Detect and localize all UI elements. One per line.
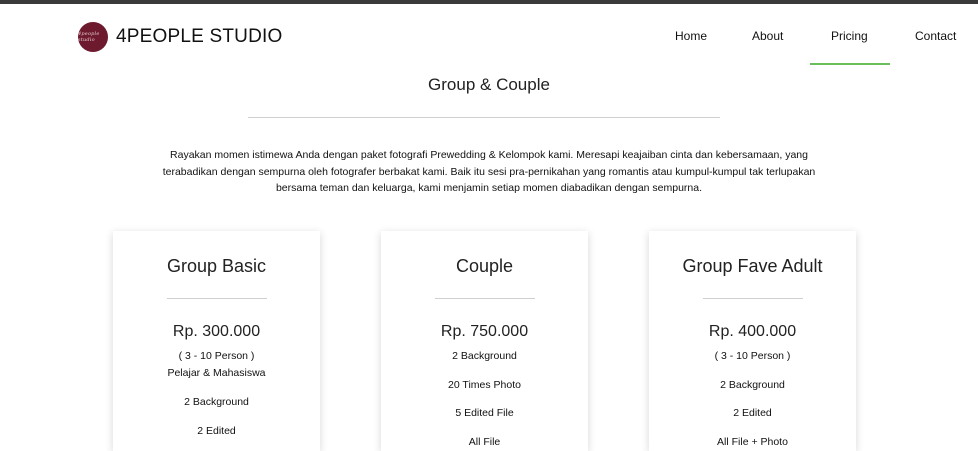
pricing-card-couple[interactable]: Couple Rp. 750.000 2 Background 20 Times… bbox=[381, 231, 588, 451]
card-feature: 2 Background bbox=[720, 379, 785, 391]
card-feature: ( 3 - 10 Person ) bbox=[178, 350, 255, 362]
card-feature: 2 Edited bbox=[733, 407, 772, 419]
card-title: Group Fave Adult bbox=[682, 256, 823, 276]
card-price: Rp. 300.000 bbox=[172, 323, 261, 340]
card-divider bbox=[167, 298, 267, 299]
brand-name[interactable]: 4PEOPLE STUDIO bbox=[116, 26, 282, 48]
card-feature: 20 Times Photo bbox=[448, 379, 521, 391]
card-price: Rp. 400.000 bbox=[708, 323, 797, 340]
card-feature: All File bbox=[468, 436, 501, 448]
logo-script-text: 4people studio bbox=[78, 31, 100, 43]
brand-logo[interactable]: 4people studio bbox=[78, 22, 108, 52]
card-price: Rp. 750.000 bbox=[440, 323, 529, 340]
card-feature: 5 Edited File bbox=[455, 407, 514, 419]
intro-line: bersama teman dan keluarga, kami menjami… bbox=[275, 182, 703, 194]
nav-active-indicator bbox=[810, 63, 890, 65]
card-title: Group Basic bbox=[166, 256, 267, 276]
card-feature: 2 Background bbox=[184, 396, 249, 408]
pricing-card-group-fave-adult[interactable]: Group Fave Adult Rp. 400.000 ( 3 - 10 Pe… bbox=[649, 231, 856, 451]
card-feature: ( 3 - 10 Person ) bbox=[714, 350, 791, 362]
card-divider bbox=[435, 298, 535, 299]
nav-about[interactable]: About bbox=[752, 29, 783, 43]
intro-line: terabadikan dengan sempurna oleh fotogra… bbox=[162, 165, 816, 178]
pricing-card-group-basic[interactable]: Group Basic Rp. 300.000 ( 3 - 10 Person … bbox=[113, 231, 320, 451]
card-divider bbox=[703, 298, 803, 299]
card-feature: Pelajar & Mahasiswa bbox=[167, 367, 266, 379]
card-feature: 2 Background bbox=[452, 350, 517, 362]
intro-paragraph: Rayakan momen istimewa Anda dengan paket… bbox=[104, 147, 874, 197]
section-title: Group & Couple bbox=[428, 75, 550, 94]
intro-line: Rayakan momen istimewa Anda dengan paket… bbox=[170, 149, 808, 161]
card-feature: All File + Photo bbox=[717, 436, 788, 448]
navbar: 4people studio 4PEOPLE STUDIO Home About… bbox=[0, 4, 978, 68]
title-divider bbox=[248, 117, 720, 118]
nav-contact[interactable]: Contact bbox=[915, 29, 956, 43]
card-title: Couple bbox=[455, 256, 514, 276]
nav-home[interactable]: Home bbox=[675, 29, 707, 43]
nav-pricing[interactable]: Pricing bbox=[831, 29, 868, 43]
card-feature: 2 Edited bbox=[197, 425, 236, 437]
